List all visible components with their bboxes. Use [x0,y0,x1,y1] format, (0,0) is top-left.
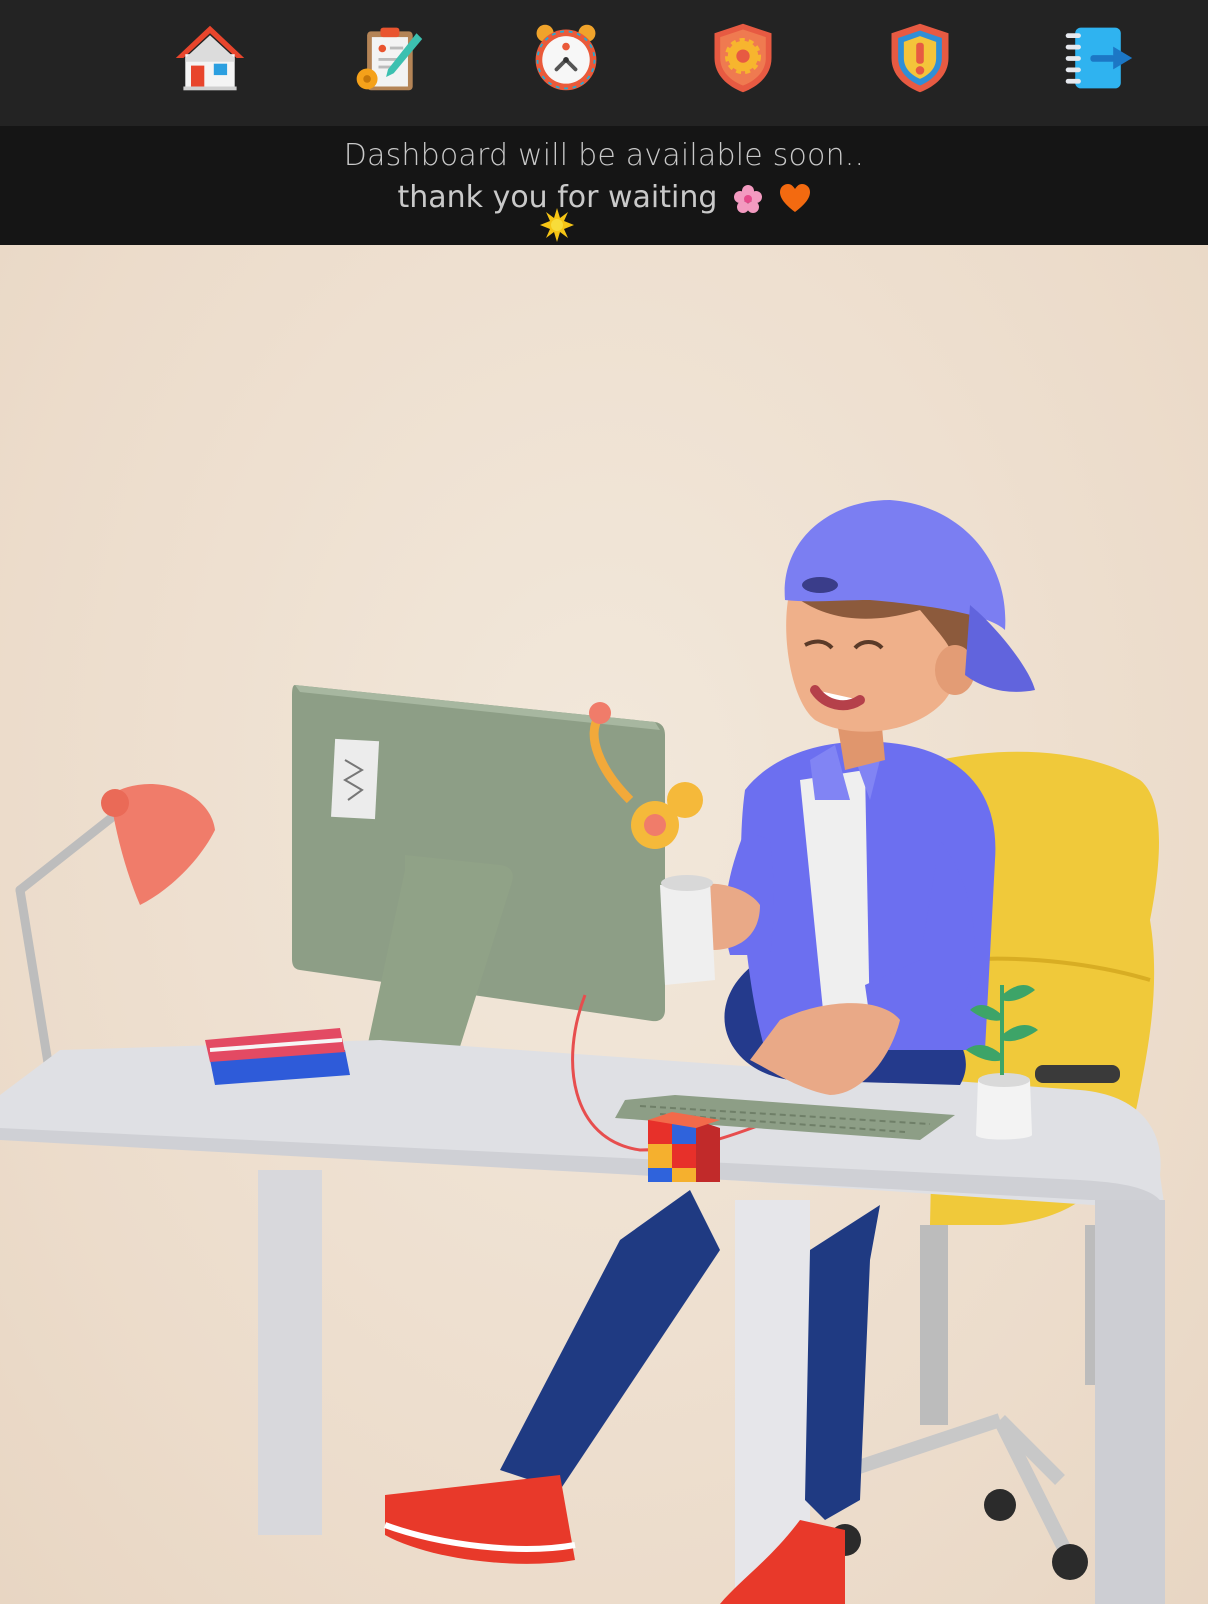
alarm-clock-icon [535,24,597,91]
nav-tasks-button[interactable] [348,18,428,98]
logout-icon [1065,27,1133,89]
home-icon [175,25,245,91]
nav-logout-button[interactable] [1058,18,1138,98]
nav-reminders-button[interactable] [526,18,606,98]
rubiks-cube-illustration [648,1112,720,1182]
books-illustration [205,1028,350,1085]
developer-at-desk-illustration [0,500,1165,1604]
shield-gear-icon [714,23,772,93]
cherry-blossom-icon [733,184,762,213]
notice-banner: Dashboard will be available soon.. thank… [0,126,1208,245]
notice-line-1: Dashboard will be available soon.. [343,138,865,173]
clipboard-settings-icon [356,27,423,91]
notice-line-2: thank you for waiting [0,178,1208,218]
nav-settings-button[interactable] [703,18,783,98]
hero-illustration [0,245,1208,1604]
orange-heart-icon [779,183,810,212]
shield-alert-icon [891,23,949,93]
nav-alerts-button[interactable] [880,18,960,98]
top-navigation-bar [0,0,1208,126]
nav-home-button[interactable] [170,18,250,98]
sparkle-icon [540,208,574,242]
